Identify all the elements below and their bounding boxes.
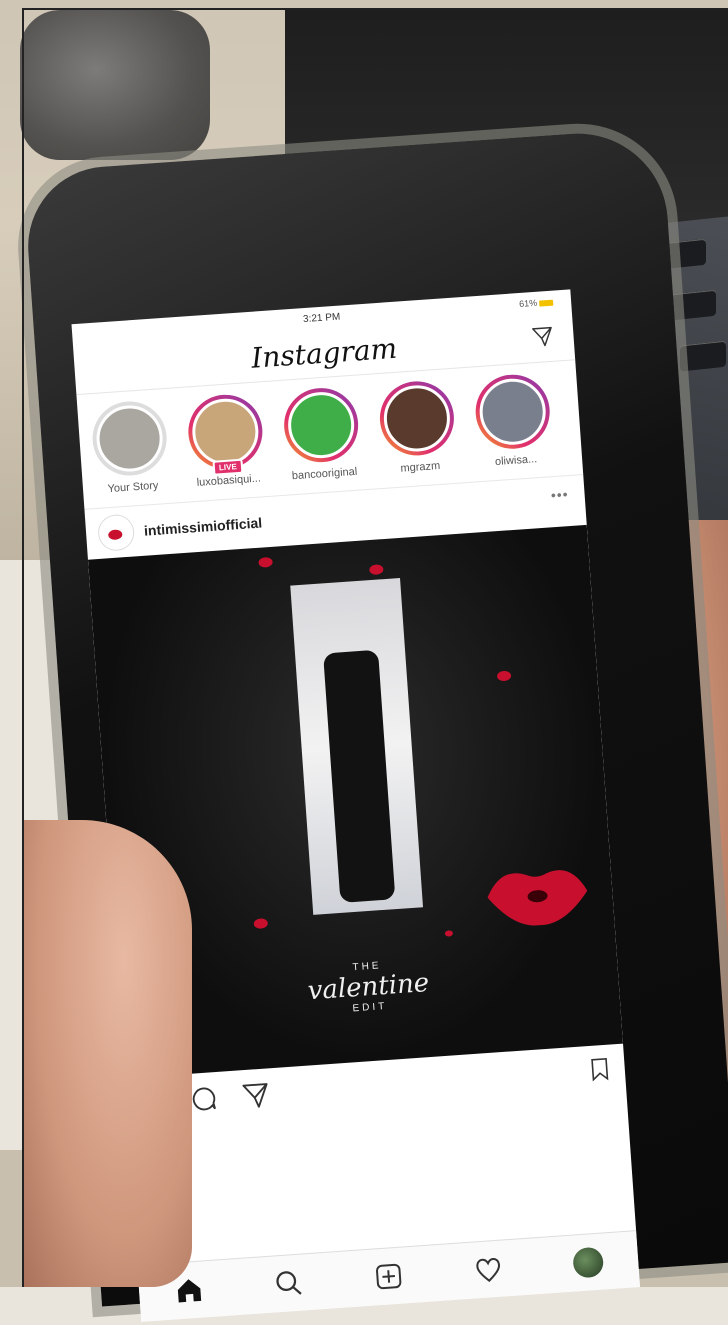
post-avatar[interactable] [96,513,136,552]
bottom-tab-bar [137,1230,641,1322]
story-avatar [381,383,453,454]
post-username[interactable]: intimissimiofficial [144,515,263,539]
cable-coil [20,10,210,160]
story-item[interactable]: bancooriginal [277,385,368,491]
add-post-icon[interactable] [373,1260,405,1292]
story-item[interactable]: LIVE luxobasiqui... [181,392,272,498]
lips-graphic [487,870,588,926]
story-avatar [285,389,357,461]
confetti [444,930,454,937]
battery-indicator: 61% [519,297,554,309]
story-avatar [94,403,165,474]
live-badge: LIVE [212,458,244,476]
story-ring[interactable] [473,372,553,452]
story-ring[interactable] [90,399,170,479]
battery-percent: 61% [518,297,538,310]
comment-icon[interactable] [189,1084,219,1114]
story-ring[interactable] [281,385,361,465]
confetti [496,670,512,682]
story-item[interactable]: oliwisa... [468,372,559,478]
search-icon[interactable] [273,1267,305,1299]
story-name: oliwisa... [494,453,538,469]
story-avatar [477,376,548,447]
story-name: luxobasiqui... [196,472,262,489]
send-icon[interactable] [241,1080,271,1110]
story-item[interactable]: Your Story [85,399,176,505]
activity-heart-icon[interactable] [472,1254,504,1286]
profile-avatar-icon[interactable] [572,1246,605,1279]
confetti [258,556,273,568]
confetti [369,564,384,576]
story-avatar [190,396,261,468]
story-name: bancooriginal [291,465,358,483]
bookmark-icon[interactable] [590,1057,610,1082]
left-hand [22,820,192,1287]
story-ring[interactable] [377,378,457,458]
direct-message-icon[interactable] [531,325,554,348]
media-caption-art: THE valentine EDIT [117,944,619,1031]
story-name: mgrazm [400,459,441,475]
instagram-logo: Instagram [250,331,399,375]
story-name: Your Story [107,479,159,496]
more-options-icon[interactable]: ••• [550,486,569,503]
status-time: 3:21 PM [302,311,341,325]
home-icon[interactable] [173,1274,205,1306]
confetti [253,918,269,930]
story-ring[interactable]: LIVE [185,392,265,476]
battery-icon [538,299,554,307]
story-item[interactable]: mgrazm [372,378,463,485]
